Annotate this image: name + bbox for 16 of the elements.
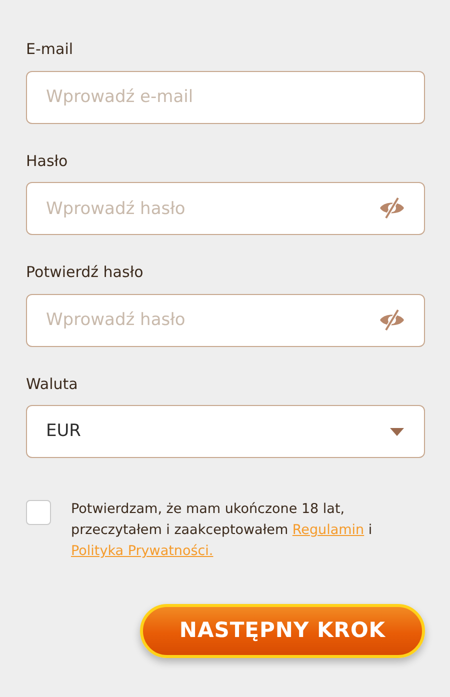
terms-link[interactable]: Polityka Prywatności. xyxy=(71,543,214,559)
input-field[interactable]: Wprowadź e-mail xyxy=(26,70,425,124)
field-label: Potwierdź hasło xyxy=(26,262,144,283)
select-field[interactable]: EUR xyxy=(26,405,425,458)
field-label: E-mail xyxy=(26,39,74,60)
next-step-button[interactable]: NASTĘPNY KROK xyxy=(140,604,425,658)
eye-slash-icon[interactable] xyxy=(379,197,405,219)
terms-link[interactable]: Regulamin xyxy=(292,522,364,538)
input-field[interactable]: Wprowadź hasło xyxy=(26,182,425,235)
caret-icon xyxy=(390,428,404,436)
field-label: Waluta xyxy=(26,374,78,394)
input-field[interactable]: Wprowadź hasło xyxy=(26,294,425,346)
field-label: Hasło xyxy=(26,150,68,172)
checkbox[interactable] xyxy=(26,500,51,525)
eye-slash-icon[interactable] xyxy=(379,308,405,330)
consent-text: Potwierdzam, że mam ukończone 18 lat, przeczytałem i zaakceptowałem Regulamin i Polityka Prywatności. xyxy=(70,500,374,561)
